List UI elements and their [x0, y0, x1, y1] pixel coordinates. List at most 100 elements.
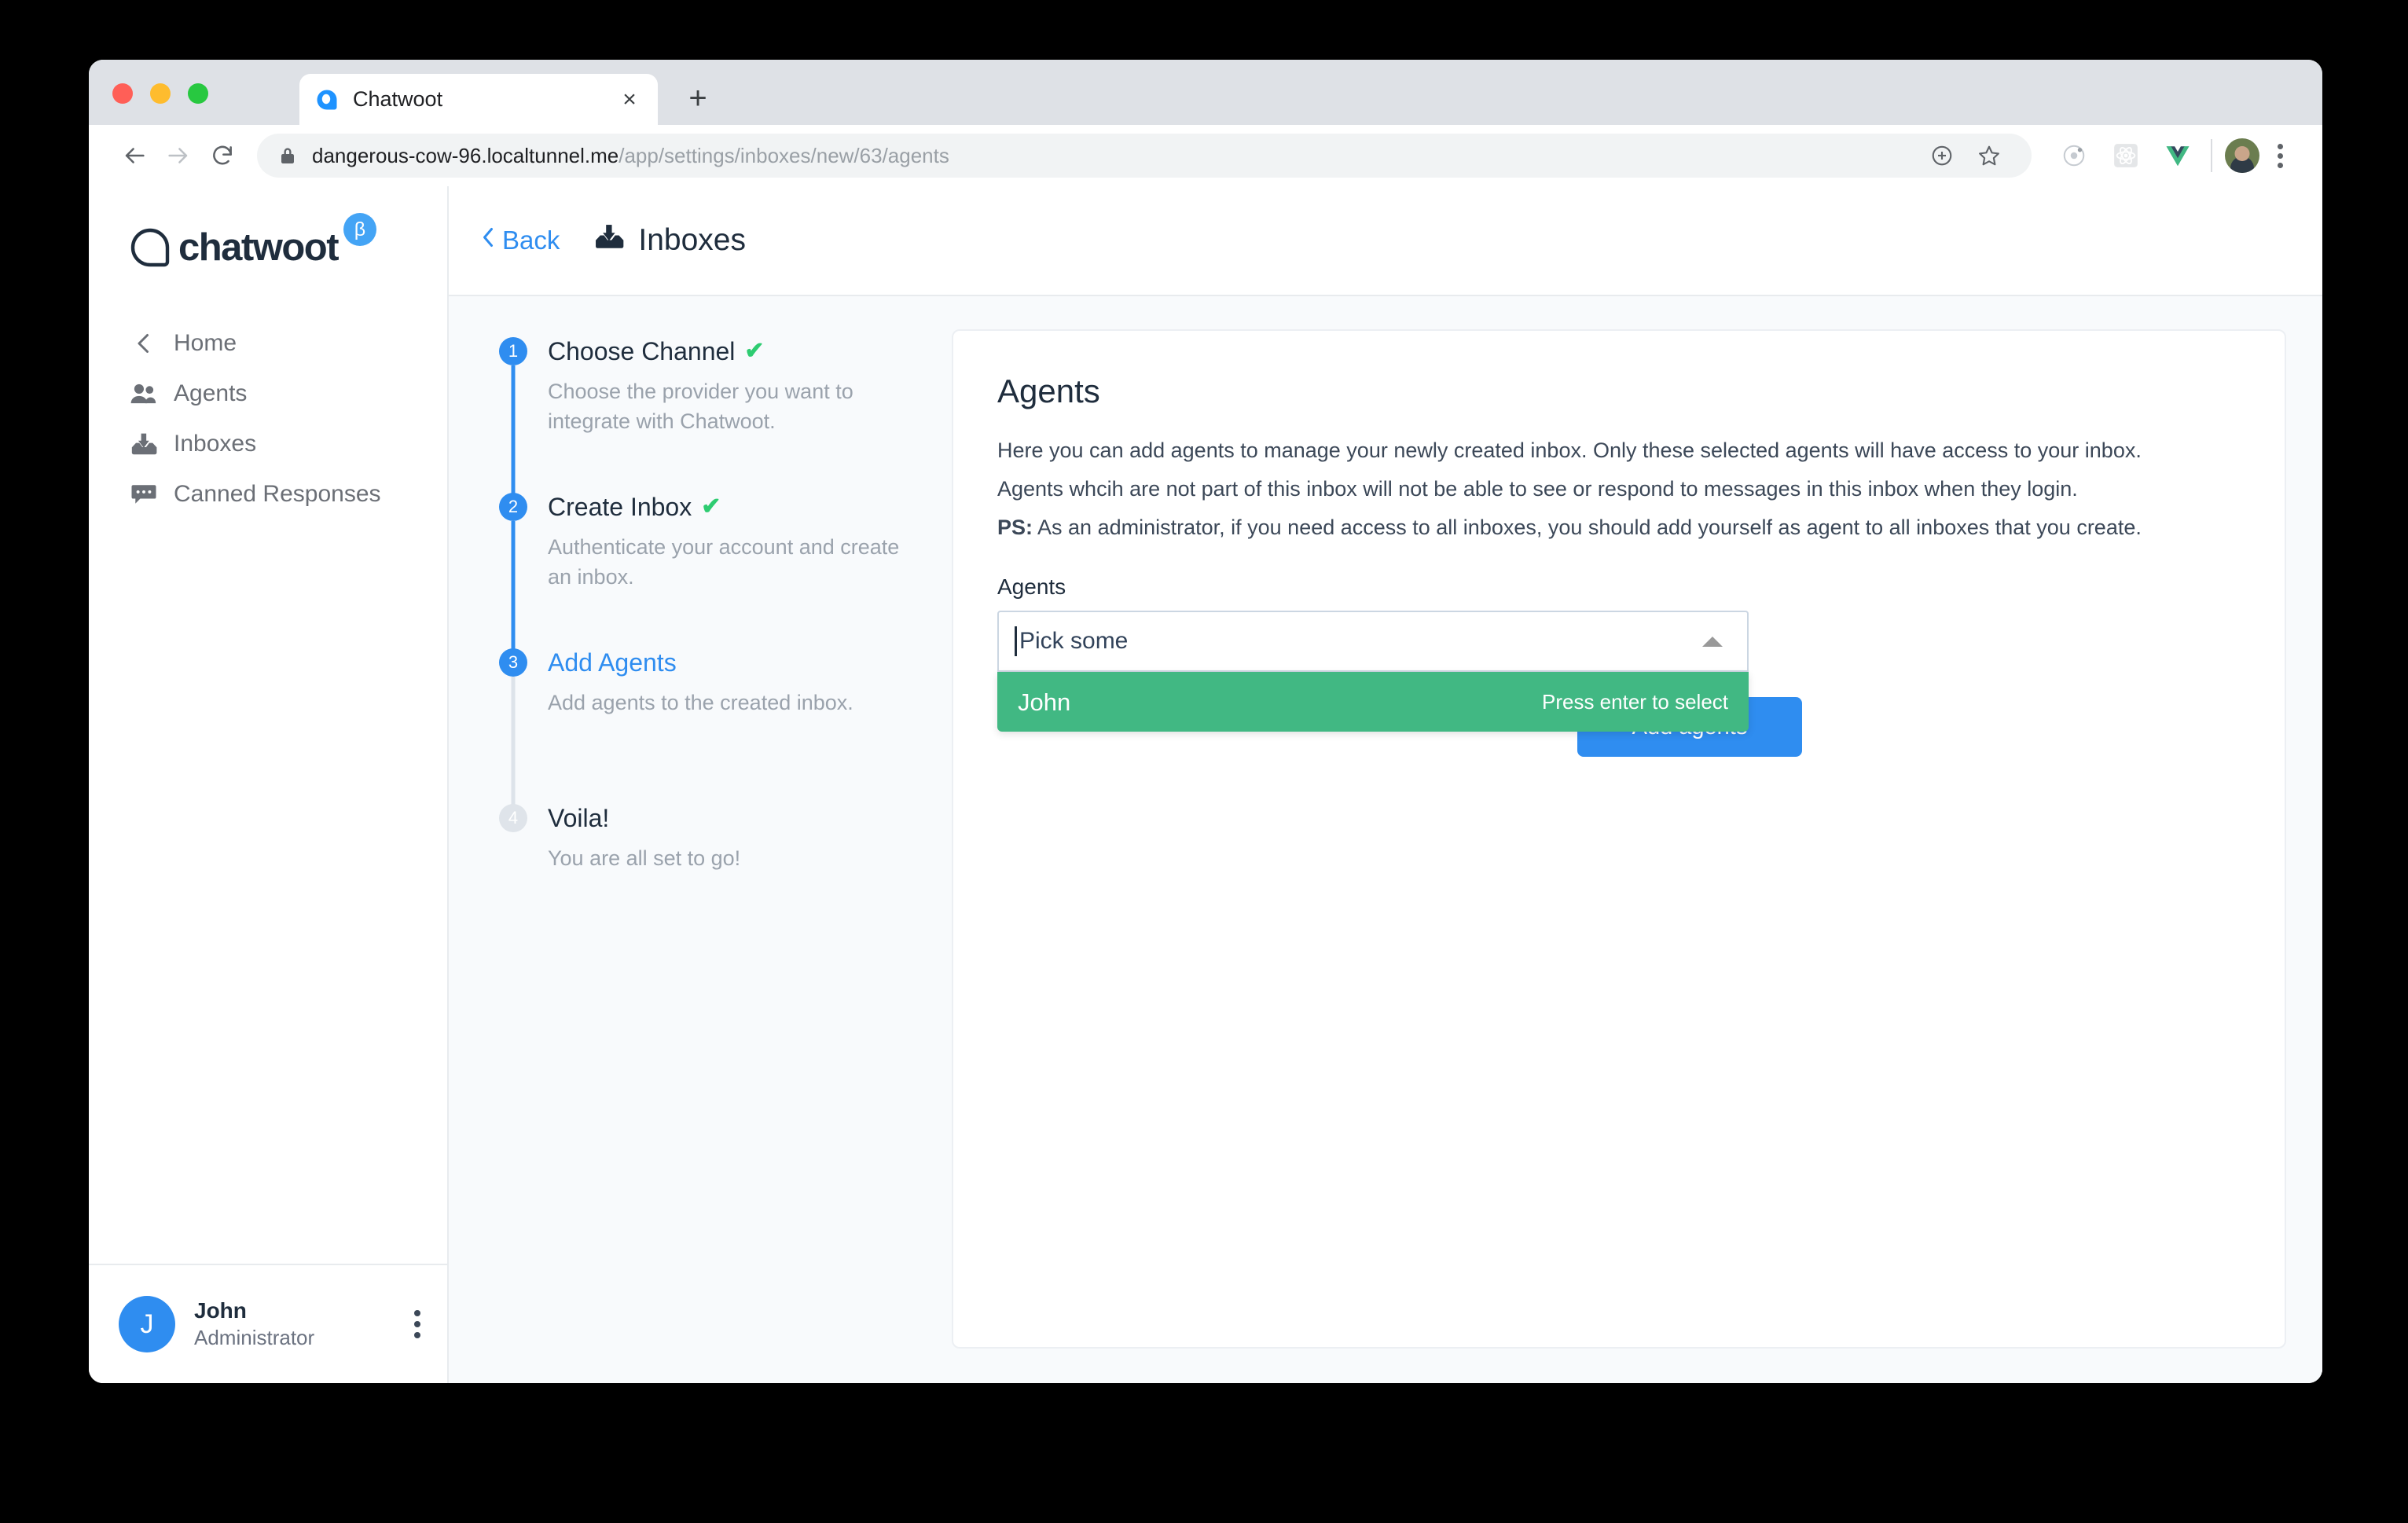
reload-button[interactable] [200, 134, 244, 178]
page-title: Inboxes [594, 223, 746, 258]
option-hint: Press enter to select [1542, 690, 1728, 714]
browser-menu-button[interactable] [2259, 135, 2300, 176]
chat-bubble-icon [130, 480, 158, 508]
maximize-window-button[interactable] [188, 83, 208, 104]
card-description-line-3: PS: As an administrator, if you need acc… [997, 510, 2241, 545]
card-description-line-2: Agents whcih are not part of this inbox … [997, 477, 2078, 501]
step-number-badge: 1 [499, 337, 527, 365]
brand-logo[interactable]: chatwoot β [89, 186, 447, 288]
address-bar[interactable]: dangerous-cow-96.localtunnel.me/app/sett… [257, 134, 2032, 178]
step-title: Choose Channel ✔ [548, 337, 909, 366]
people-icon [130, 380, 158, 408]
omnibox-actions [1922, 135, 2010, 176]
step-number-badge: 4 [499, 804, 527, 832]
check-icon: ✔ [744, 338, 765, 365]
step-description: You are all set to go! [548, 846, 741, 870]
step-marker: 2 [499, 493, 527, 658]
browser-tab-strip: Chatwoot × + [89, 60, 2322, 125]
close-window-button[interactable] [112, 83, 133, 104]
react-devtools-extension-icon[interactable] [2105, 135, 2146, 176]
card-description: Here you can add agents to manage your n… [997, 433, 2241, 545]
sidebar-item-label: Home [174, 330, 237, 356]
sidebar-nav: Home Agents Inboxes Canned Responses [89, 318, 447, 519]
step-title: Create Inbox ✔ [548, 493, 909, 522]
step-connector-line [511, 365, 516, 502]
card-title: Agents [997, 372, 1100, 409]
brand-name: chatwoot [178, 226, 340, 269]
close-tab-button[interactable]: × [617, 87, 642, 112]
wizard-step-1[interactable]: 1 Choose Channel ✔ Choose the provider y… [499, 337, 925, 502]
bookmark-star-icon[interactable] [1969, 135, 2010, 176]
forward-button[interactable] [156, 134, 200, 178]
step-title: Add Agents [548, 648, 853, 677]
step-marker: 3 [499, 648, 527, 813]
page-title-label: Inboxes [638, 223, 746, 257]
page-header: Back Inboxes [449, 186, 2322, 296]
step-body: Voila! You are all set to go! [548, 804, 740, 874]
agents-select-dropdown: John Press enter to select [997, 672, 1749, 732]
user-name: John [194, 1297, 247, 1323]
step-number-badge: 3 [499, 648, 527, 677]
wizard-step-2[interactable]: 2 Create Inbox ✔ Authenticate your accou… [499, 493, 925, 658]
sidebar-item-label: Agents [174, 380, 248, 406]
agents-field-label: Agents [997, 574, 1066, 599]
install-app-icon[interactable] [1922, 135, 1962, 176]
placeholder-text: Pick some [1019, 628, 1129, 655]
avatar: J [119, 1296, 175, 1352]
minimize-window-button[interactable] [150, 83, 171, 104]
step-connector-line [511, 521, 516, 658]
sidebar-item-home[interactable]: Home [89, 318, 447, 369]
sidebar-item-label: Inboxes [174, 431, 257, 457]
url-path: /app/settings/inboxes/new/63/agents [619, 143, 949, 167]
step-description: Choose the provider you want to integrat… [548, 379, 853, 433]
sidebar-item-canned-responses[interactable]: Canned Responses [89, 469, 447, 519]
browser-window: Chatwoot × + dangerous-cow-96.localtunne… [89, 60, 2322, 1383]
app-sidebar: chatwoot β Home Agents Inboxes Canned Re… [89, 186, 449, 1383]
step-body: Add Agents Add agents to the created inb… [548, 648, 853, 804]
chatwoot-favicon-icon [315, 88, 339, 112]
kebab-icon [2277, 143, 2283, 168]
agents-option-john[interactable]: John Press enter to select [997, 672, 1749, 732]
user-role: Administrator [194, 1326, 315, 1350]
chatwoot-logo-icon [130, 227, 171, 268]
browser-profile-avatar[interactable] [2225, 138, 2259, 173]
check-icon: ✔ [701, 494, 721, 520]
sidebar-user-footer[interactable]: J John Administrator [89, 1264, 447, 1383]
browser-toolbar: dangerous-cow-96.localtunnel.me/app/sett… [89, 125, 2322, 186]
ionic-extension-icon[interactable] [2054, 135, 2094, 176]
step-description: Authenticate your account and create an … [548, 534, 900, 589]
window-controls [112, 83, 208, 104]
app-viewport: chatwoot β Home Agents Inboxes Canned Re… [89, 186, 2322, 1383]
agents-card: Agents Here you can add agents to manage… [952, 329, 2286, 1349]
sidebar-item-agents[interactable]: Agents [89, 369, 447, 419]
inbox-icon [594, 223, 624, 258]
step-marker: 1 [499, 337, 527, 502]
app-content: Back Inboxes 1 Choose Channel ✔ Choose t… [449, 186, 2322, 1383]
wizard-area: 1 Choose Channel ✔ Choose the provider y… [449, 296, 2322, 1383]
user-info: John Administrator [194, 1298, 395, 1350]
text-cursor [1015, 626, 1017, 657]
agents-multiselect: Add agents Pick some [997, 611, 1802, 758]
ps-label: PS: [997, 515, 1033, 539]
chevron-left-icon [130, 329, 158, 358]
sidebar-item-inboxes[interactable]: Inboxes [89, 419, 447, 469]
step-description: Add agents to the created inbox. [548, 690, 853, 714]
step-body: Choose Channel ✔ Choose the provider you… [548, 337, 909, 493]
agents-select-placeholder: Pick some [1015, 626, 1129, 657]
url-domain: dangerous-cow-96.localtunnel.me [312, 143, 619, 167]
step-marker: 4 [499, 804, 527, 874]
step-title-label: Choose Channel [548, 337, 736, 365]
back-button[interactable] [112, 134, 156, 178]
agents-select-input[interactable]: Pick some [997, 611, 1749, 673]
wizard-step-4[interactable]: 4 Voila! You are all set to go! [499, 804, 925, 874]
browser-tab-title: Chatwoot [353, 87, 443, 111]
wizard-step-3[interactable]: 3 Add Agents Add agents to the created i… [499, 648, 925, 813]
chevron-up-icon[interactable] [1698, 636, 1727, 647]
user-menu-button[interactable] [414, 1310, 420, 1338]
vue-devtools-extension-icon[interactable] [2157, 135, 2198, 176]
new-tab-button[interactable]: + [680, 80, 716, 116]
back-link[interactable]: Back [480, 226, 560, 255]
toolbar-divider [2211, 139, 2212, 172]
browser-tab[interactable]: Chatwoot × [299, 74, 658, 125]
step-connector-line [511, 677, 516, 813]
